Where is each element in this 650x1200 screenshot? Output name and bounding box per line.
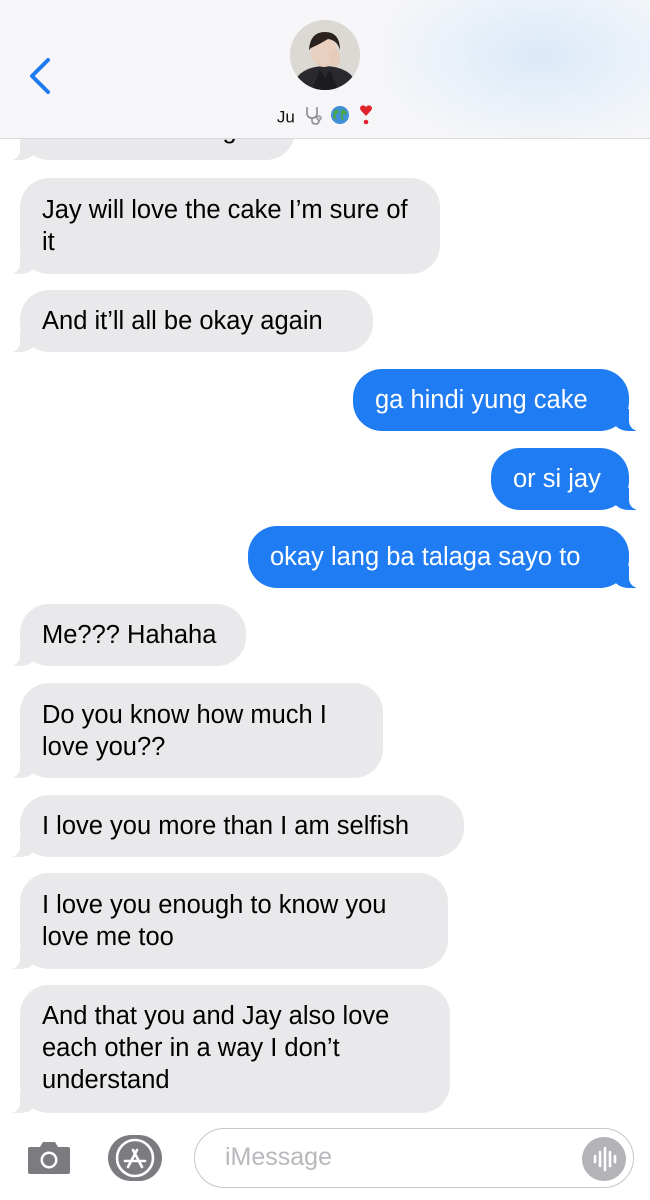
imessage-input[interactable]: iMessage	[194, 1128, 634, 1188]
message-bubble-sent[interactable]: ga hindi yung cake	[353, 369, 641, 431]
message-text: okay lang ba talaga sayo to	[270, 543, 581, 571]
camera-icon[interactable]	[26, 1138, 72, 1176]
contact-name-row[interactable]: Ju	[0, 104, 650, 131]
message-text: or si jay	[513, 465, 601, 493]
message-bubble-received[interactable]: And it’ll all be okay again	[8, 290, 373, 352]
message-text: I love you enough to know you love me to…	[42, 891, 387, 951]
contact-avatar[interactable]	[290, 20, 360, 90]
message-text: Do you know how much I love you??	[42, 701, 327, 761]
message-text: ga hindi yung cake	[375, 386, 588, 414]
message-bubble-received[interactable]: I love you more than I am selfish	[8, 795, 464, 857]
message-text: Jay will love the cake I’m sure of it	[42, 196, 408, 256]
message-text: And it’ll all be okay again	[42, 307, 323, 335]
message-text: And that you and Jay also love each othe…	[42, 1002, 390, 1094]
globe-icon	[330, 105, 350, 130]
message-bubble-received[interactable]: Jay will love the cake I’m sure of it	[8, 178, 440, 274]
input-placeholder: iMessage	[225, 1143, 332, 1171]
heart-exclamation-icon	[359, 104, 373, 131]
message-bubble-received[interactable]: I love you enough to know you love me to…	[8, 873, 448, 969]
message-list: You can do this ga Jay will love the cak…	[0, 0, 650, 1120]
message-bubble-sent[interactable]: okay lang ba talaga sayo to	[248, 526, 641, 588]
contact-name: Ju	[276, 107, 295, 127]
app-store-icon[interactable]	[106, 1133, 164, 1183]
message-bubble-received[interactable]: Do you know how much I love you??	[8, 683, 383, 778]
conversation-header: Ju	[0, 0, 650, 139]
message-text: Me??? Hahaha	[42, 621, 217, 649]
back-chevron-icon[interactable]	[24, 56, 60, 96]
message-bubble-received[interactable]: Me??? Hahaha	[8, 604, 246, 666]
message-bubble-received[interactable]: And that you and Jay also love each othe…	[8, 985, 450, 1113]
stethoscope-icon	[304, 105, 322, 130]
audio-waveform-icon[interactable]	[582, 1137, 626, 1181]
message-bubble-sent[interactable]: or si jay	[491, 448, 641, 510]
message-text: I love you more than I am selfish	[42, 812, 410, 840]
